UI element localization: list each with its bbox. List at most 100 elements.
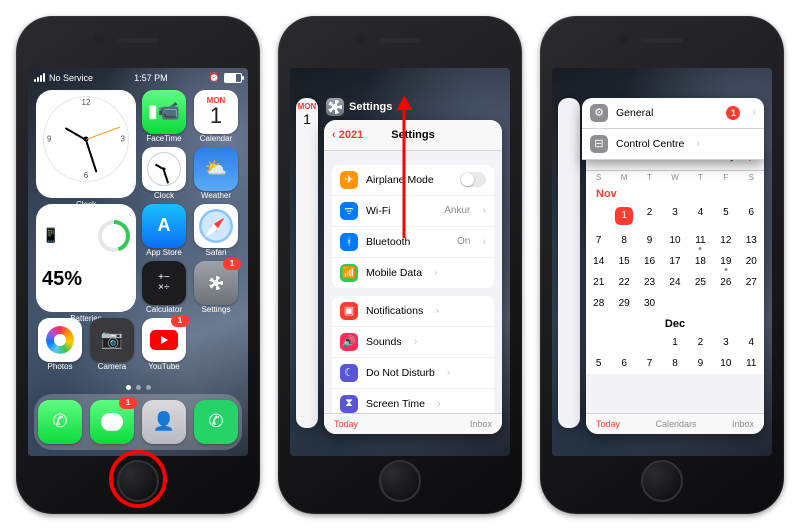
calendar-day[interactable]: 3: [662, 202, 687, 230]
airplane-icon: ✈: [340, 171, 358, 189]
airplane-toggle[interactable]: [460, 172, 486, 187]
settings-strip: ⚙General1› ⊟Control Centre›: [582, 98, 764, 160]
calendar-day[interactable]: 4: [739, 332, 764, 353]
calendar-day[interactable]: 11: [688, 230, 713, 251]
calendar-day[interactable]: 26: [713, 272, 738, 293]
calendar-day[interactable]: 19: [713, 251, 738, 272]
chevron-right-icon: ›: [414, 336, 418, 348]
calendar-day[interactable]: 10: [713, 353, 738, 374]
tab-inbox[interactable]: Inbox: [470, 419, 492, 429]
calendar-day[interactable]: 9: [688, 353, 713, 374]
calendar-day[interactable]: 18: [688, 251, 713, 272]
calendar-day[interactable]: 27: [739, 272, 764, 293]
row-control-centre[interactable]: ⊟Control Centre›: [582, 129, 764, 160]
calendar-day[interactable]: 28: [586, 293, 611, 314]
calendar-day[interactable]: 8: [662, 353, 687, 374]
calendar-day[interactable]: 5: [586, 353, 611, 374]
row-sounds[interactable]: 🔊Sounds›: [332, 327, 494, 358]
batteries-widget[interactable]: 📱 45% Batteries: [36, 204, 136, 312]
calendar-day[interactable]: 25: [688, 272, 713, 293]
calendar-day[interactable]: 22: [611, 272, 636, 293]
calendar-dom: 1: [210, 105, 222, 127]
calendar-day[interactable]: 2: [637, 202, 662, 230]
back-button[interactable]: ‹ 2021: [332, 129, 363, 141]
calendar-day[interactable]: 10: [662, 230, 687, 251]
youtube-app[interactable]: 1: [142, 318, 186, 362]
whatsapp-app[interactable]: ✆: [194, 400, 238, 444]
calendar-day[interactable]: 7: [586, 230, 611, 251]
status-time: 1:57 PM: [134, 73, 168, 83]
peek-card-prev[interactable]: [558, 98, 580, 428]
calendar-day[interactable]: 29: [611, 293, 636, 314]
messages-app[interactable]: 1: [90, 400, 134, 444]
calendar-day[interactable]: 4: [688, 202, 713, 230]
row-airplane-mode[interactable]: ✈Airplane Mode: [332, 165, 494, 196]
home-button[interactable]: [379, 460, 421, 502]
calendar-grid-dec[interactable]: 1234 567891011: [586, 332, 764, 374]
calendar-day[interactable]: 13: [739, 230, 764, 251]
photos-app[interactable]: [38, 318, 82, 362]
whatsapp-icon: ✆: [208, 411, 223, 432]
calendar-day[interactable]: 21: [586, 272, 611, 293]
calendar-day[interactable]: 11: [739, 353, 764, 374]
calendar-day[interactable]: 1: [611, 202, 636, 230]
row-notifications[interactable]: ▣Notifications›: [332, 296, 494, 327]
row-mobile-data[interactable]: 📶Mobile Data›: [332, 258, 494, 288]
calendar-day[interactable]: 12: [713, 230, 738, 251]
switcher-card-settings[interactable]: ‹ 2021 Settings ✈Airplane Mode ᯤWi-FiAnk…: [324, 120, 502, 434]
camera-app[interactable]: 📷: [90, 318, 134, 362]
row-general[interactable]: ⚙General1›: [582, 98, 764, 129]
calendar-day[interactable]: 3: [713, 332, 738, 353]
clock-app[interactable]: [142, 147, 186, 191]
calendar-day[interactable]: 1: [662, 332, 687, 353]
tab-today[interactable]: Today: [334, 419, 358, 429]
tab-today[interactable]: Today: [596, 419, 620, 429]
calendar-day[interactable]: 20: [739, 251, 764, 272]
row-dnd[interactable]: ☾Do Not Disturb›: [332, 358, 494, 389]
calendar-day[interactable]: 15: [611, 251, 636, 272]
safari-app[interactable]: [194, 204, 238, 248]
phone-home: No Service 1:57 PM ⏰ 12369 Clock ▮📹FaceT…: [16, 16, 260, 514]
calendar-day[interactable]: 7: [637, 353, 662, 374]
clock-widget[interactable]: 12369 Clock: [36, 90, 136, 198]
settings-app[interactable]: 1: [194, 261, 238, 305]
screen-switcher-calendar: ⚙General1› ⊟Control Centre› ‹ 2021 ☰ ▭ 🔍…: [552, 68, 772, 456]
calendar-day[interactable]: 5: [713, 202, 738, 230]
tab-calendars[interactable]: Calendars: [655, 419, 696, 429]
calendar-app[interactable]: MON1: [194, 90, 238, 134]
gear-icon: [209, 276, 223, 290]
calendar-day[interactable]: 2: [688, 332, 713, 353]
switcher-app-header: Settings: [326, 98, 392, 116]
calendar-day[interactable]: 30: [637, 293, 662, 314]
calendar-day[interactable]: 24: [662, 272, 687, 293]
calendar-day[interactable]: 14: [586, 251, 611, 272]
phone-app[interactable]: ✆: [38, 400, 82, 444]
row-wifi[interactable]: ᯤWi-FiAnkur›: [332, 196, 494, 227]
facetime-app[interactable]: ▮📹: [142, 90, 186, 134]
page-indicator[interactable]: [28, 385, 248, 390]
bell-icon: ▣: [340, 302, 358, 320]
calendar-grid-nov[interactable]: 1234567891011121314151617181920212223242…: [586, 202, 764, 314]
month-label-dec: Dec: [586, 314, 764, 332]
switcher-card-calendar[interactable]: ‹ 2021 ☰ ▭ 🔍 ＋ SMTWTFS Nov 1234567891011…: [586, 144, 764, 434]
calendar-day[interactable]: 8: [611, 230, 636, 251]
calendar-day[interactable]: 6: [611, 353, 636, 374]
cloud-sun-icon: ⛅: [205, 158, 227, 179]
navbar-title: Settings: [391, 129, 434, 141]
screen-switcher: MON 1 Settings ‹ 2021 Settings ✈Airplane…: [290, 68, 510, 456]
calendar-day[interactable]: 9: [637, 230, 662, 251]
calendar-day[interactable]: 17: [662, 251, 687, 272]
calculator-app[interactable]: +−×÷: [142, 261, 186, 305]
home-button[interactable]: [117, 460, 159, 502]
tutorial-triptych: No Service 1:57 PM ⏰ 12369 Clock ▮📹FaceT…: [0, 0, 800, 529]
row-bluetooth[interactable]: ᚼBluetoothOn›: [332, 227, 494, 258]
home-button[interactable]: [641, 460, 683, 502]
weather-app[interactable]: ⛅: [194, 147, 238, 191]
calendar-day[interactable]: 23: [637, 272, 662, 293]
tab-inbox[interactable]: Inbox: [732, 419, 754, 429]
appstore-app[interactable]: A: [142, 204, 186, 248]
peek-card-calendar[interactable]: MON 1: [296, 98, 318, 428]
calendar-day[interactable]: 6: [739, 202, 764, 230]
calendar-day[interactable]: 16: [637, 251, 662, 272]
contacts-app[interactable]: 👤: [142, 400, 186, 444]
